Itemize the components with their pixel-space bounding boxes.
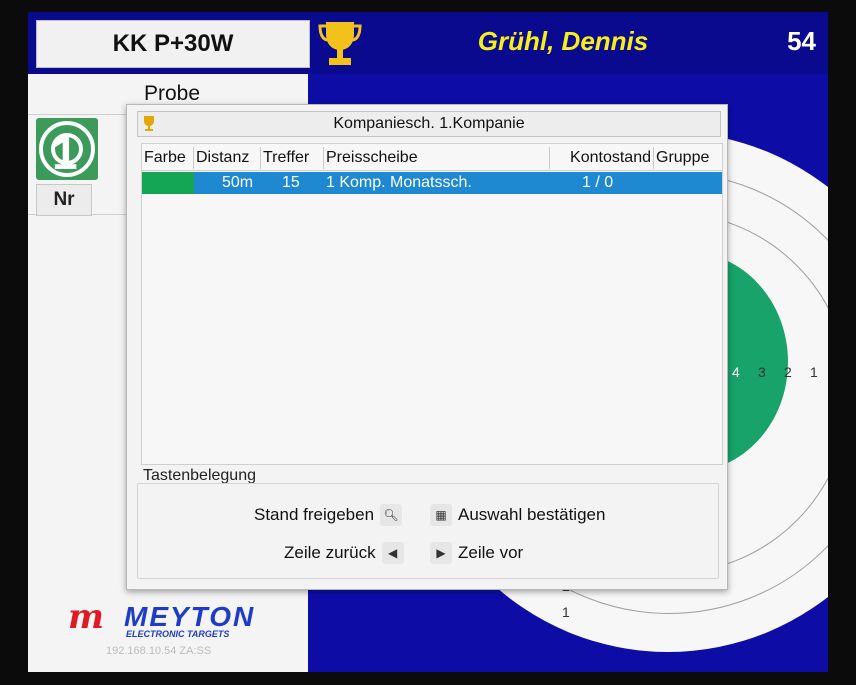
mini-target-number: 1 bbox=[52, 127, 78, 179]
stand-number: 54 bbox=[787, 26, 816, 56]
ring-number: 1 bbox=[810, 364, 818, 380]
color-cell bbox=[142, 172, 194, 194]
key-label: Auswahl bestätigen bbox=[458, 505, 606, 524]
prize-target-table: Farbe Distanz Treffer Preisscheibe Konto… bbox=[141, 143, 723, 465]
trophy-icon bbox=[318, 18, 362, 70]
table-row[interactable]: 50m 15 1 Komp. Monatssch. 1 / 0 bbox=[142, 172, 722, 194]
prize-target-dialog: Kompaniesch. 1.Kompanie Farbe Distanz Tr… bbox=[126, 104, 728, 590]
key-previous-row[interactable]: Zeile zurück ◀ bbox=[284, 542, 410, 564]
header-divider bbox=[142, 170, 722, 171]
arrow-right-icon: ▶ bbox=[430, 542, 452, 564]
mode-label: Probe bbox=[144, 82, 201, 105]
column-header-kontostand[interactable]: Kontostand bbox=[550, 147, 654, 169]
key-label: Zeile vor bbox=[458, 543, 524, 562]
key-next-row[interactable]: ▶ Zeile vor bbox=[424, 542, 523, 564]
ring-number: 3 bbox=[758, 364, 766, 380]
group-title-bar: Kompaniesch. 1.Kompanie bbox=[137, 111, 721, 137]
key-assignment-box: Stand freigeben 🔍︎ ▦ Auswahl bestätigen … bbox=[137, 483, 719, 579]
discipline-label: KK P+30W bbox=[36, 20, 310, 68]
magnifier-key-icon: 🔍︎ bbox=[380, 504, 403, 526]
distance-cell: 50m bbox=[222, 174, 254, 191]
column-header-preisscheibe[interactable]: Preisscheibe bbox=[324, 147, 550, 169]
group-title: Kompaniesch. 1.Kompanie bbox=[333, 115, 525, 132]
arrow-left-icon: ◀ bbox=[381, 542, 404, 564]
top-bar: KK P+30W Grühl, Dennis 54 bbox=[28, 12, 828, 74]
prize-target-cell: 1 Komp. Monatssch. bbox=[326, 174, 472, 191]
key-label: Zeile zurück bbox=[284, 543, 376, 562]
table-key-icon: ▦ bbox=[430, 504, 452, 526]
ring-number: 2 bbox=[784, 364, 792, 380]
shooter-name: Grühl, Dennis bbox=[477, 26, 649, 56]
key-label: Stand freigeben bbox=[254, 505, 375, 524]
column-header-distanz[interactable]: Distanz bbox=[194, 147, 261, 169]
ring-number: 1 bbox=[562, 604, 570, 620]
key-confirm-selection[interactable]: ▦ Auswahl bestätigen bbox=[424, 504, 605, 526]
hits-cell: 15 bbox=[282, 174, 300, 191]
meyton-logo: m MEYTON ELECTRONIC TARGETS bbox=[68, 597, 253, 639]
column-header-treffer[interactable]: Treffer bbox=[261, 147, 324, 169]
key-release-stand[interactable]: Stand freigeben 🔍︎ bbox=[254, 504, 408, 526]
balance-cell: 1 / 0 bbox=[582, 174, 614, 191]
logo-mark: m bbox=[68, 597, 104, 637]
nr-column-header: Nr bbox=[36, 184, 92, 216]
mini-target-icon: 1 bbox=[36, 118, 98, 180]
ip-address: 192.168.10.54 ZA:SS bbox=[106, 645, 212, 657]
ring-number: 4 bbox=[732, 364, 740, 380]
column-header-gruppe[interactable]: Gruppe bbox=[654, 147, 722, 169]
column-header-farbe[interactable]: Farbe bbox=[142, 147, 194, 169]
logo-tagline: ELECTRONIC TARGETS bbox=[126, 629, 230, 639]
